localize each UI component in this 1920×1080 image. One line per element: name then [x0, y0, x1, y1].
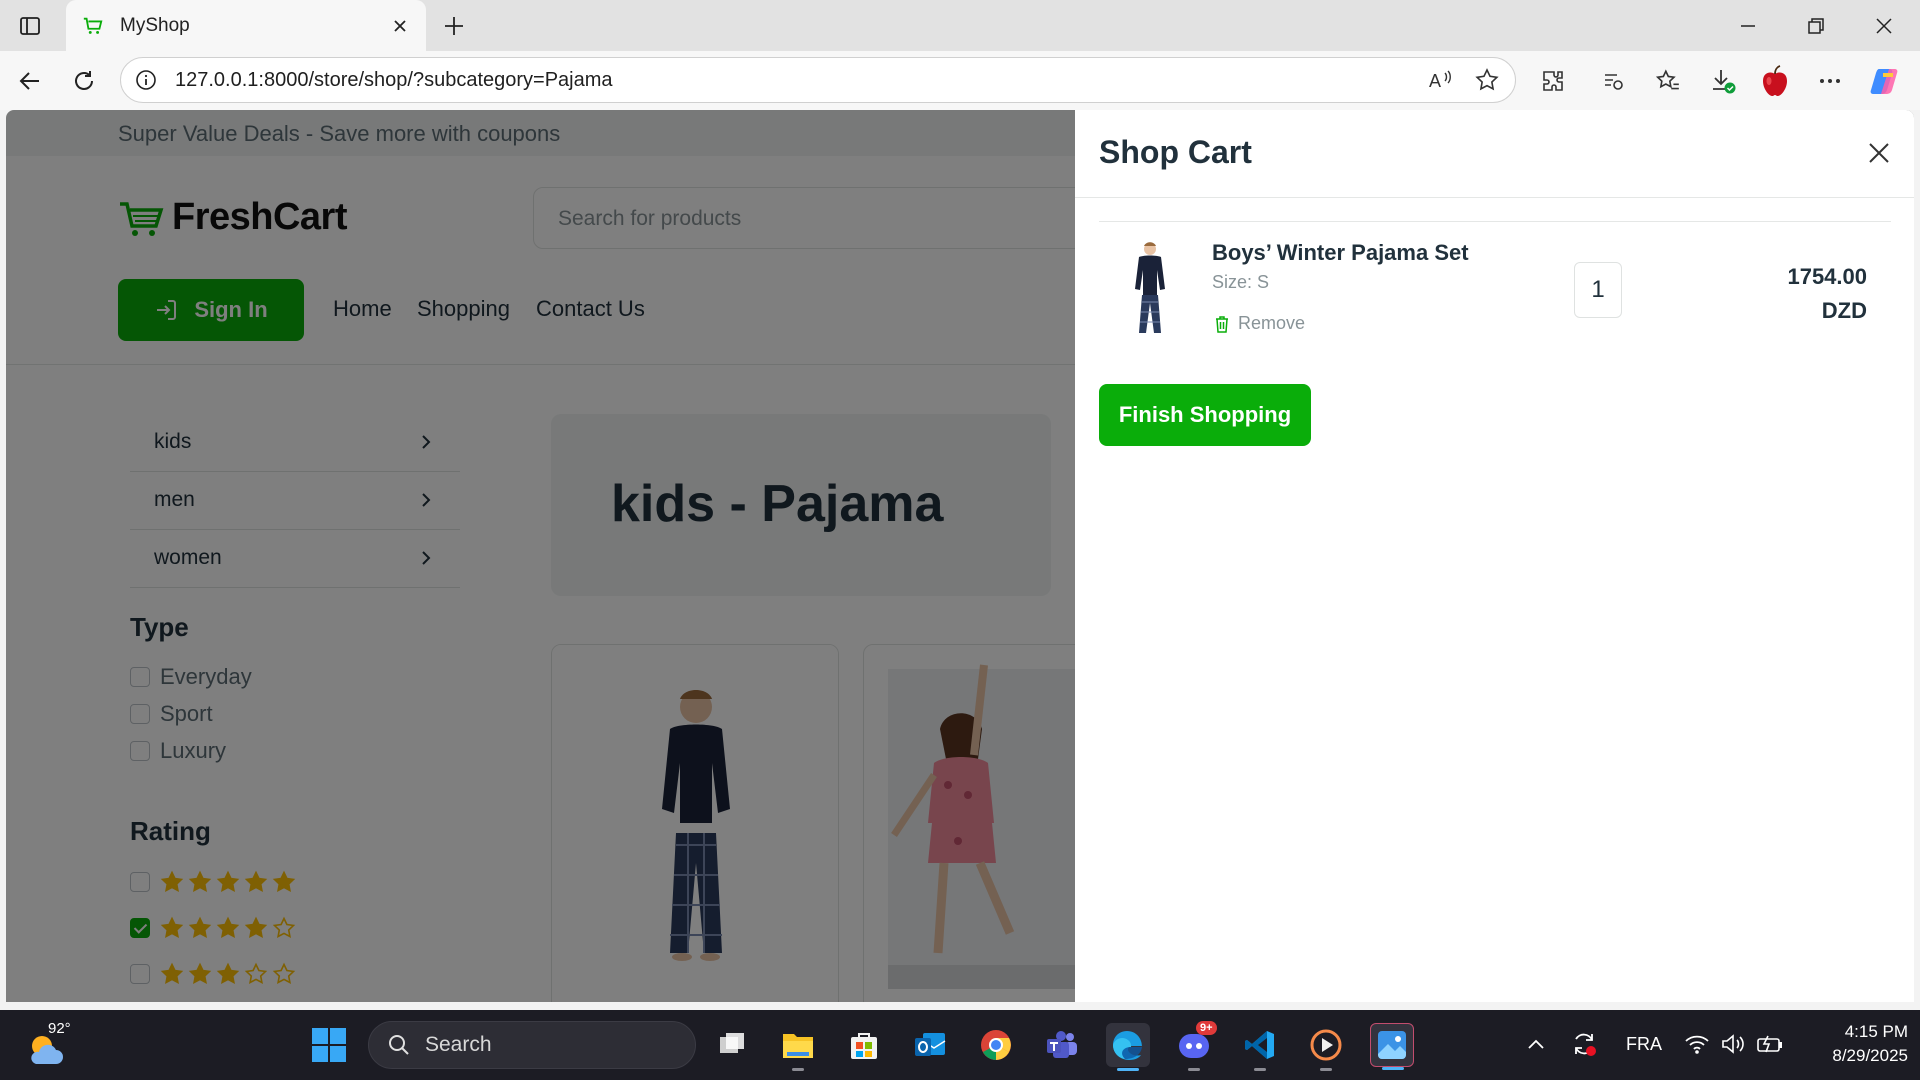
weather-widget[interactable]: 92°	[26, 1020, 76, 1068]
system-clock[interactable]: 4:15 PM 8/29/2025	[1808, 1020, 1908, 1068]
cart-item-remove-button[interactable]: Remove	[1212, 313, 1305, 334]
svg-text:A: A	[1429, 71, 1441, 91]
microsoft-store-icon[interactable]	[842, 1023, 886, 1067]
remove-label: Remove	[1238, 313, 1306, 333]
tab-title: MyShop	[120, 14, 190, 36]
windows-taskbar: 92° Search 9+ FRA 4:15 PM 8/29/2025	[0, 1010, 1920, 1080]
trash-icon	[1216, 315, 1228, 333]
url-text[interactable]: 127.0.0.1:8000/store/shop/?subcategory=P…	[175, 69, 1409, 92]
taskbar-search[interactable]: Search	[368, 1021, 696, 1069]
price-currency: DZD	[1821, 298, 1867, 323]
outlook-icon[interactable]	[908, 1023, 952, 1067]
refresh-icon[interactable]	[66, 63, 102, 99]
taskbar-search-label: Search	[425, 1033, 492, 1056]
profile-apple-icon[interactable]	[1757, 63, 1793, 99]
photos-icon[interactable]	[1370, 1023, 1414, 1070]
favorites-icon[interactable]	[1650, 63, 1686, 99]
finish-shopping-button[interactable]: Finish Shopping	[1099, 384, 1311, 446]
notification-badge: 9+	[1196, 1021, 1217, 1035]
cart-item-thumbnail	[1135, 242, 1165, 333]
browser-essentials-icon[interactable]	[1595, 63, 1631, 99]
file-explorer-icon[interactable]	[776, 1023, 820, 1071]
wifi-icon[interactable]	[1684, 1032, 1710, 1061]
cart-list-divider	[1099, 221, 1891, 222]
sync-status-icon[interactable]	[1570, 1030, 1598, 1063]
browser-toolbar: 127.0.0.1:8000/store/shop/?subcategory=P…	[0, 51, 1920, 110]
window-close-icon[interactable]	[1854, 0, 1914, 51]
edge-icon[interactable]	[1106, 1023, 1150, 1071]
extensions-icon[interactable]	[1535, 63, 1571, 99]
shop-page: Super Value Deals - Save more with coupo…	[6, 110, 1914, 1002]
weather-temp: 92°	[48, 1020, 71, 1037]
media-player-icon[interactable]	[1304, 1023, 1348, 1071]
page-viewport: Super Value Deals - Save more with coupo…	[6, 110, 1914, 1002]
language-indicator[interactable]: FRA	[1626, 1034, 1662, 1055]
back-icon[interactable]	[12, 63, 48, 99]
cart-item-quantity-input[interactable]: 1	[1574, 262, 1622, 318]
battery-icon[interactable]	[1756, 1032, 1784, 1061]
new-tab-icon[interactable]	[438, 10, 470, 42]
shop-cart-drawer: Shop Cart Boys’ Winter Pajama Set Size: …	[1075, 110, 1914, 1002]
cart-title: Shop Cart	[1099, 134, 1252, 170]
show-hidden-icons-icon[interactable]	[1526, 1034, 1546, 1059]
clock-date: 8/29/2025	[1832, 1046, 1908, 1065]
more-options-icon[interactable]	[1812, 63, 1848, 99]
downloads-icon[interactable]	[1705, 63, 1741, 99]
cart-item-name[interactable]: Boys’ Winter Pajama Set	[1212, 240, 1469, 266]
chrome-icon[interactable]	[974, 1023, 1018, 1067]
cart-item-size: Size: S	[1212, 272, 1270, 292]
price-amount: 1754.00	[1787, 264, 1867, 289]
minimize-icon[interactable]	[1718, 0, 1778, 51]
browser-tab-active[interactable]: MyShop	[66, 0, 426, 51]
teams-icon[interactable]	[1040, 1023, 1084, 1067]
browser-tab-strip: MyShop	[0, 0, 1920, 51]
close-icon[interactable]	[1864, 138, 1894, 168]
task-view-icon[interactable]	[710, 1023, 754, 1067]
copilot-icon[interactable]	[1867, 63, 1903, 99]
volume-icon[interactable]	[1720, 1032, 1746, 1061]
shop-cart-favicon-icon	[83, 17, 103, 34]
discord-icon[interactable]: 9+	[1172, 1021, 1217, 1071]
tab-actions-icon[interactable]	[14, 10, 46, 42]
restore-icon[interactable]	[1786, 0, 1846, 51]
site-info-icon[interactable]	[135, 69, 157, 91]
search-icon	[389, 1035, 409, 1055]
windows-start-icon[interactable]	[311, 1027, 347, 1063]
cart-item-price: 1754.00 DZD	[1755, 260, 1867, 328]
drawer-header-divider	[1075, 197, 1914, 198]
clock-time: 4:15 PM	[1844, 1022, 1908, 1041]
favorite-star-icon[interactable]	[1473, 66, 1501, 94]
read-aloud-icon[interactable]: A	[1427, 66, 1455, 94]
vscode-icon[interactable]	[1238, 1023, 1282, 1071]
address-bar[interactable]: 127.0.0.1:8000/store/shop/?subcategory=P…	[120, 57, 1516, 103]
tab-close-icon[interactable]	[390, 16, 410, 36]
